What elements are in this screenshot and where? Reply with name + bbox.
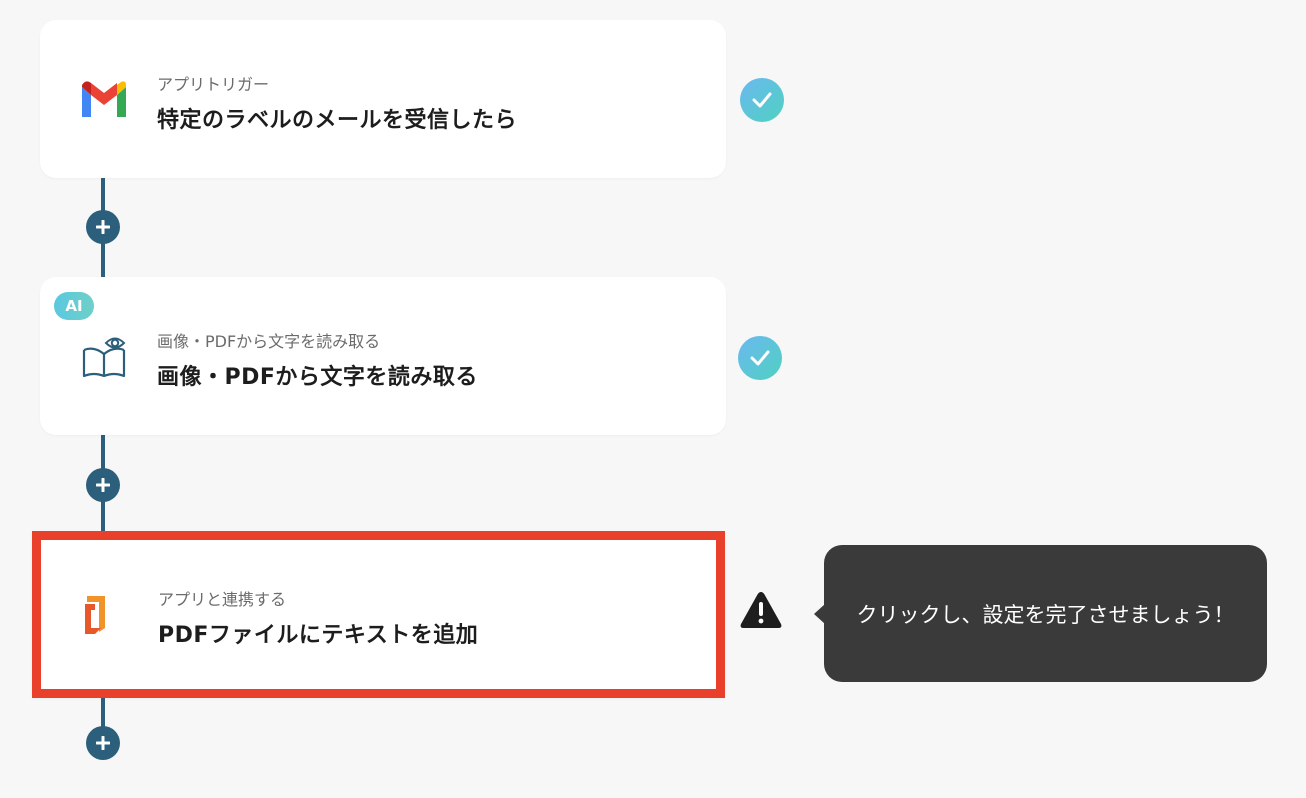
plus-icon <box>96 220 110 234</box>
check-icon <box>740 78 784 122</box>
gmail-icon <box>78 75 130 123</box>
tooltip-text: クリックし、設定を完了させましょう！ <box>856 602 1235 627</box>
add-step-button[interactable] <box>86 726 120 760</box>
check-icon <box>738 336 782 380</box>
setup-tooltip: クリックし、設定を完了させましょう！ <box>824 545 1267 682</box>
add-step-button[interactable] <box>86 210 120 244</box>
step-subtitle: アプリと連携する <box>158 590 287 609</box>
plus-icon <box>96 736 110 750</box>
add-step-button[interactable] <box>86 468 120 502</box>
book-eye-icon <box>78 332 130 380</box>
ai-badge: AI <box>54 292 94 320</box>
flow-step-ocr[interactable]: AI 画像・PDFから文字を読み取る 画像・PDFから文字を読み取る <box>40 277 726 435</box>
step-title: 画像・PDFから文字を読み取る <box>157 365 478 390</box>
step-subtitle: アプリトリガー <box>157 75 270 94</box>
step-subtitle: 画像・PDFから文字を読み取る <box>157 332 381 351</box>
step-title: 特定のラベルのメールを受信したら <box>157 108 518 133</box>
pdf-app-icon <box>71 590 123 638</box>
plus-icon <box>96 478 110 492</box>
flow-canvas: アプリトリガー 特定のラベルのメールを受信したら AI 画像・PDFから文字を読… <box>0 0 1306 798</box>
warning-icon <box>738 589 784 631</box>
flow-step-trigger[interactable]: アプリトリガー 特定のラベルのメールを受信したら <box>40 20 726 178</box>
flow-step-add-pdf-text[interactable]: アプリと連携する PDFファイルにテキストを追加 <box>32 531 725 698</box>
step-title: PDFファイルにテキストを追加 <box>158 623 479 648</box>
